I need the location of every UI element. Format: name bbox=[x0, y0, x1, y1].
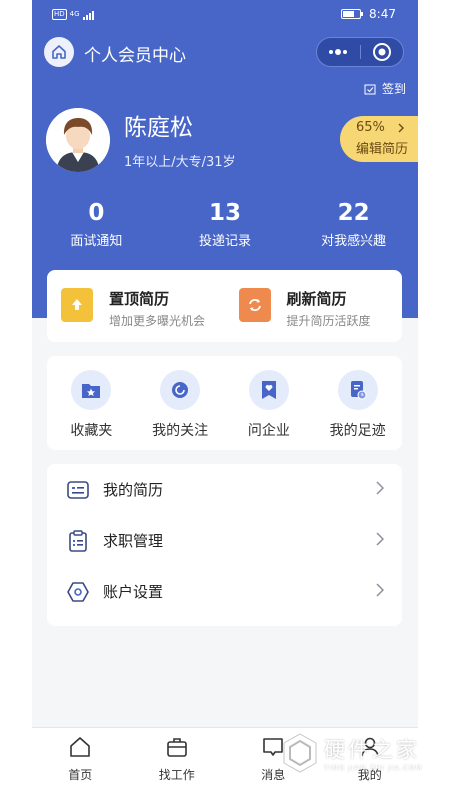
menu-label: 我的简历 bbox=[103, 481, 164, 499]
promo-subtitle: 提升简历活跃度 bbox=[286, 314, 371, 328]
refresh-icon bbox=[238, 288, 271, 322]
following-button[interactable]: 我的关注 bbox=[136, 356, 225, 450]
bookmark-heart-icon bbox=[248, 370, 289, 410]
resume-completion: 65% bbox=[356, 120, 418, 135]
arrow-up-icon bbox=[72, 299, 82, 310]
watermark: 硬件之家 YING JIAN ZHI JIA.COM bbox=[282, 728, 432, 778]
stat-interested[interactable]: 22 对我感兴趣 bbox=[289, 200, 418, 249]
clipboard-icon bbox=[67, 529, 89, 552]
avatar[interactable] bbox=[46, 108, 110, 172]
signal-icon bbox=[82, 10, 94, 20]
tab-label: 找工作 bbox=[158, 768, 195, 782]
resume-percent: 65% bbox=[356, 120, 385, 135]
follow-icon bbox=[160, 370, 201, 410]
status-bar: HD 4G 8:47 bbox=[32, 0, 418, 30]
stat-value: 22 bbox=[337, 200, 370, 226]
more-button[interactable] bbox=[317, 38, 360, 66]
favorites-button[interactable]: 收藏夹 bbox=[47, 356, 136, 450]
watermark-subtitle: YING JIAN ZHI JIA.COM bbox=[324, 764, 423, 772]
footprint-icon bbox=[337, 370, 378, 410]
refresh-arrows-icon bbox=[248, 299, 261, 311]
quick-label: 问企业 bbox=[247, 423, 290, 439]
tab-label: 首页 bbox=[68, 768, 93, 782]
promo-subtitle: 增加更多曝光机会 bbox=[109, 314, 206, 328]
message-icon bbox=[263, 738, 284, 756]
home-icon bbox=[52, 45, 66, 59]
home-button[interactable] bbox=[44, 37, 74, 67]
pin-top-icon bbox=[61, 288, 93, 322]
quick-label: 收藏夹 bbox=[70, 423, 113, 439]
briefcase-icon bbox=[166, 738, 187, 757]
ask-company-button[interactable]: 问企业 bbox=[225, 356, 314, 450]
calendar-check-icon bbox=[364, 84, 376, 94]
checkin-label: 签到 bbox=[381, 82, 406, 96]
battery-fill bbox=[343, 11, 355, 17]
pin-resume-button[interactable]: 置顶简历 增加更多曝光机会 bbox=[47, 270, 225, 342]
user-name: 陈庭松 bbox=[124, 115, 193, 141]
phone-screen: HD 4G 8:47 个人会员中心 签到 陈庭松 1年以上/大专/31岁 65%… bbox=[32, 0, 418, 800]
watermark-title: 硬件之家 bbox=[324, 738, 420, 762]
chevron-right-icon bbox=[376, 532, 384, 546]
refresh-resume-button[interactable]: 刷新简历 提升简历活跃度 bbox=[225, 270, 403, 342]
quick-label: 我的关注 bbox=[152, 423, 209, 439]
resume-icon bbox=[67, 479, 89, 501]
page-title: 个人会员中心 bbox=[84, 46, 186, 66]
chevron-right-icon bbox=[376, 583, 384, 597]
menu-account-settings[interactable]: 账户设置 bbox=[47, 566, 402, 617]
quick-label: 我的足迹 bbox=[329, 423, 386, 439]
chevron-right-icon bbox=[376, 481, 384, 495]
footprint-button[interactable]: 我的足迹 bbox=[313, 356, 402, 450]
stat-applications[interactable]: 13 投递记录 bbox=[161, 200, 290, 249]
stat-value: 0 bbox=[88, 200, 105, 226]
promo-card: 置顶简历 增加更多曝光机会 刷新简历 提升简历活跃度 bbox=[47, 270, 402, 342]
watermark-logo bbox=[283, 733, 317, 773]
menu-job-management[interactable]: 求职管理 bbox=[47, 515, 402, 566]
clock: 8:47 bbox=[369, 7, 396, 21]
status-right: 8:47 bbox=[341, 7, 396, 21]
chevron-right-icon bbox=[398, 123, 404, 132]
settings-icon bbox=[67, 581, 89, 603]
avatar-image bbox=[46, 108, 110, 172]
network-type: 4G bbox=[69, 10, 80, 18]
stat-label: 对我感兴趣 bbox=[321, 234, 387, 249]
stats-row: 0 面试通知 13 投递记录 22 对我感兴趣 bbox=[32, 200, 418, 249]
menu-label: 求职管理 bbox=[103, 532, 164, 550]
status-left: HD 4G bbox=[52, 9, 94, 20]
menu-card: 我的简历 求职管理 账户设置 bbox=[47, 464, 402, 626]
quick-actions-card: 收藏夹 我的关注 问企业 我的足迹 bbox=[47, 356, 402, 450]
stat-value: 13 bbox=[209, 200, 242, 226]
edit-resume-button[interactable]: 65% 编辑简历 bbox=[340, 116, 418, 162]
hd-indicator: HD bbox=[52, 9, 67, 20]
home-icon bbox=[70, 737, 91, 757]
target-close-icon bbox=[372, 43, 391, 61]
watermark-text: 硬件之家 YING JIAN ZHI JIA.COM bbox=[324, 734, 422, 772]
edit-resume-label: 编辑简历 bbox=[356, 142, 409, 157]
battery-icon bbox=[341, 9, 364, 19]
folder-star-icon bbox=[71, 370, 112, 410]
promo-title: 置顶简历 bbox=[109, 290, 170, 308]
close-program-button[interactable] bbox=[361, 38, 404, 66]
stat-interview[interactable]: 0 面试通知 bbox=[32, 200, 161, 249]
promo-title: 刷新简历 bbox=[286, 290, 347, 308]
mini-program-capsule bbox=[316, 37, 404, 67]
menu-label: 账户设置 bbox=[103, 583, 164, 601]
nav-bar: 个人会员中心 bbox=[32, 32, 418, 72]
menu-my-resume[interactable]: 我的简历 bbox=[47, 464, 402, 515]
checkin-button[interactable]: 签到 bbox=[364, 80, 406, 97]
tab-home[interactable]: 首页 bbox=[32, 728, 129, 800]
tab-find-job[interactable]: 找工作 bbox=[129, 728, 226, 800]
user-info: 1年以上/大专/31岁 bbox=[124, 155, 236, 170]
stat-label: 投递记录 bbox=[199, 234, 252, 249]
stat-label: 面试通知 bbox=[70, 234, 123, 249]
more-dots-icon bbox=[329, 49, 348, 55]
